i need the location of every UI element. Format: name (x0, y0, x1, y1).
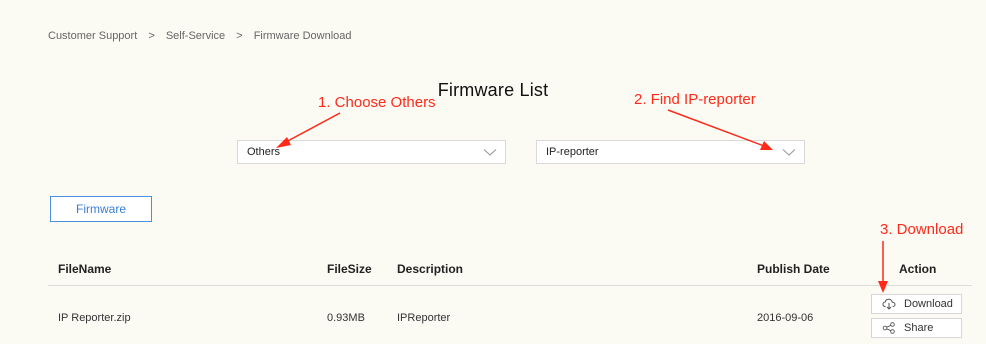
cloud-download-icon (882, 298, 896, 310)
breadcrumb-item-customer-support[interactable]: Customer Support (48, 30, 137, 42)
cell-filesize: 0.93MB (327, 312, 365, 324)
breadcrumb-item-self-service[interactable]: Self-Service (166, 30, 225, 42)
annotation-arrows (276, 109, 888, 293)
share-button-label: Share (904, 322, 934, 334)
annotation-step-3: 3. Download (880, 221, 964, 238)
cell-publish-date: 2016-09-06 (757, 312, 814, 324)
share-icon (882, 322, 895, 334)
download-button-label: Download (904, 298, 953, 310)
table-header-divider (48, 285, 972, 286)
cell-description: IPReporter (397, 312, 451, 324)
product-select-value: IP-reporter (546, 146, 599, 158)
category-select-value: Others (247, 146, 281, 158)
chevron-down-icon (483, 149, 497, 156)
breadcrumb: Customer Support > Self-Service > Firmwa… (48, 30, 352, 42)
column-header-description: Description (397, 262, 464, 276)
annotation-step-2: 2. Find IP-reporter (634, 91, 756, 108)
page-title: Firmware List (437, 80, 549, 100)
column-header-publish-date: Publish Date (757, 262, 830, 276)
download-button[interactable]: Download (871, 294, 962, 314)
breadcrumb-separator: > (236, 30, 243, 42)
column-header-filename: FileName (58, 262, 112, 276)
cell-filename: IP Reporter.zip (58, 312, 131, 324)
tab-firmware[interactable]: Firmware (50, 196, 152, 222)
annotation-step-1: 1. Choose Others (318, 94, 436, 111)
category-select[interactable]: Others (237, 140, 506, 164)
product-select[interactable]: IP-reporter (536, 140, 805, 164)
breadcrumb-item-firmware-download[interactable]: Firmware Download (254, 30, 352, 42)
chevron-down-icon (782, 149, 796, 156)
breadcrumb-separator: > (148, 30, 155, 42)
column-header-filesize: FileSize (327, 262, 372, 276)
column-header-action: Action (899, 262, 937, 276)
share-button[interactable]: Share (871, 318, 962, 338)
